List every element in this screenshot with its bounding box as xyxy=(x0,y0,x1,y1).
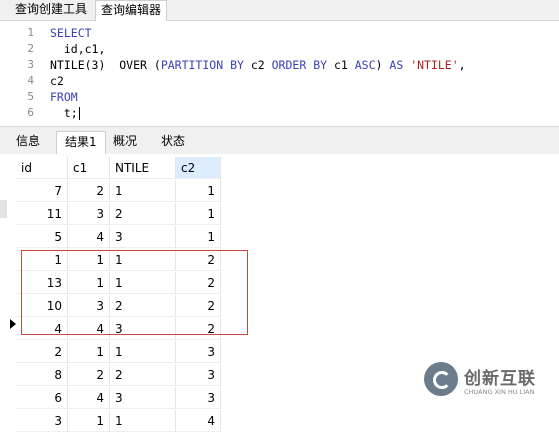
table-cell[interactable]: 13 xyxy=(16,272,68,294)
line-number: 1 xyxy=(27,26,34,39)
column-header-ntile[interactable]: NTILE xyxy=(110,157,176,179)
table-cell[interactable]: 1 xyxy=(110,341,176,363)
table-cell[interactable]: 4 xyxy=(68,226,110,248)
table-cell[interactable]: 1 xyxy=(110,249,176,271)
table-cell[interactable]: 3 xyxy=(16,410,68,432)
table-cell[interactable]: 2 xyxy=(176,272,221,294)
code-token: BY xyxy=(313,58,328,72)
table-cell[interactable]: 1 xyxy=(176,226,221,248)
table-cell[interactable]: 4 xyxy=(68,318,110,340)
code-token: SELECT xyxy=(50,26,92,40)
table-cell[interactable]: 1 xyxy=(110,180,176,202)
table-cell[interactable]: 1 xyxy=(110,410,176,432)
table-cell[interactable]: 4 xyxy=(176,410,221,432)
code-token: ASC xyxy=(354,58,376,72)
code-token: id,c1, xyxy=(50,42,106,56)
line-number: 5 xyxy=(27,90,34,103)
query-tab-bar: 查询创建工具 查询编辑器 xyxy=(0,0,559,21)
current-row-indicator-icon xyxy=(10,319,16,329)
line-number: 4 xyxy=(27,74,34,87)
tab-status[interactable]: 状态 xyxy=(153,131,193,153)
tab-query-editor[interactable]: 查询编辑器 xyxy=(95,0,168,21)
line-number: 3 xyxy=(27,58,34,71)
table-cell[interactable]: 2 xyxy=(110,364,176,386)
code-line: NTILE(3) OVER (PARTITION BY c2 ORDER BY … xyxy=(50,58,466,72)
watermark-subtext: CHUANG XIN HU LIAN xyxy=(464,388,535,396)
code-token: c2 xyxy=(50,74,64,88)
table-cell[interactable]: 2 xyxy=(176,295,221,317)
table-cell[interactable]: 1 xyxy=(16,249,68,271)
code-token: OVER xyxy=(119,58,147,72)
table-cell[interactable]: 2 xyxy=(176,249,221,271)
column-header-c1[interactable]: c1 xyxy=(68,157,110,179)
table-cell[interactable]: 6 xyxy=(16,387,68,409)
table-cell[interactable]: 2 xyxy=(110,295,176,317)
table-cell[interactable]: 2 xyxy=(176,318,221,340)
watermark: 创新互联 CHUANG XIN HU LIAN xyxy=(424,358,559,408)
table-cell[interactable]: 1 xyxy=(68,341,110,363)
code-line: SELECT xyxy=(50,26,92,40)
logo-icon xyxy=(424,362,458,396)
table-cell[interactable]: 3 xyxy=(176,341,221,363)
table-cell[interactable]: 8 xyxy=(16,364,68,386)
table-cell[interactable]: 1 xyxy=(68,410,110,432)
code-token: ( xyxy=(146,58,161,72)
table-cell[interactable]: 4 xyxy=(68,387,110,409)
table-cell[interactable]: 1 xyxy=(176,180,221,202)
code-token: NTILE(3) xyxy=(50,58,120,72)
table-cell[interactable]: 1 xyxy=(68,249,110,271)
scroll-stub xyxy=(0,200,7,218)
column-header-c2[interactable]: c2 xyxy=(176,157,221,179)
code-line: c2 xyxy=(50,74,64,88)
table-cell[interactable]: 5 xyxy=(16,226,68,248)
tab-profile[interactable]: 概况 xyxy=(105,131,145,153)
text-caret xyxy=(78,107,80,120)
table-cell[interactable]: 3 xyxy=(176,387,221,409)
result-tab-bar: 信息 结果1 概况 状态 xyxy=(0,126,559,155)
code-token: c1 xyxy=(327,58,355,72)
table-cell[interactable]: 11 xyxy=(16,203,68,225)
code-token: PARTITION xyxy=(160,58,224,72)
code-token: 'NTILE' xyxy=(410,58,459,72)
code-token: t; xyxy=(50,106,78,120)
tab-result-1[interactable]: 结果1 xyxy=(56,131,106,155)
table-cell[interactable]: 3 xyxy=(110,318,176,340)
table-cell[interactable]: 10 xyxy=(16,295,68,317)
code-token: , xyxy=(458,58,466,72)
column-header-id[interactable]: id xyxy=(16,157,68,179)
table-cell[interactable]: 3 xyxy=(110,387,176,409)
code-token: c2 xyxy=(243,58,272,72)
table-cell[interactable]: 1 xyxy=(110,272,176,294)
code-token: AS xyxy=(389,58,404,72)
code-line: id,c1, xyxy=(50,42,106,56)
sql-editor[interactable]: 1 SELECT 2 id,c1, 3 NTILE(3) OVER (PARTITION… xyxy=(0,21,559,125)
code-token: ORDER xyxy=(271,58,307,72)
table-cell[interactable]: 1 xyxy=(68,272,110,294)
table-cell[interactable]: 3 xyxy=(110,226,176,248)
line-number: 6 xyxy=(27,106,34,119)
table-cell[interactable]: 3 xyxy=(68,295,110,317)
table-cell[interactable]: 2 xyxy=(110,203,176,225)
code-line: t; xyxy=(50,106,80,120)
watermark-text: 创新互联 xyxy=(464,369,536,389)
line-number: 2 xyxy=(27,42,34,55)
table-cell[interactable]: 2 xyxy=(68,364,110,386)
table-cell[interactable]: 4 xyxy=(16,318,68,340)
code-token: BY xyxy=(230,58,244,72)
code-token: FROM xyxy=(50,90,78,104)
code-token: ) xyxy=(375,58,390,72)
table-cell[interactable]: 3 xyxy=(68,203,110,225)
tab-query-builder[interactable]: 查询创建工具 xyxy=(10,0,92,20)
table-cell[interactable]: 1 xyxy=(176,203,221,225)
tab-info[interactable]: 信息 xyxy=(8,131,48,153)
table-cell[interactable]: 7 xyxy=(16,180,68,202)
table-cell[interactable]: 2 xyxy=(16,341,68,363)
table-cell[interactable]: 3 xyxy=(176,364,221,386)
table-cell[interactable]: 2 xyxy=(68,180,110,202)
code-line: FROM xyxy=(50,90,78,104)
